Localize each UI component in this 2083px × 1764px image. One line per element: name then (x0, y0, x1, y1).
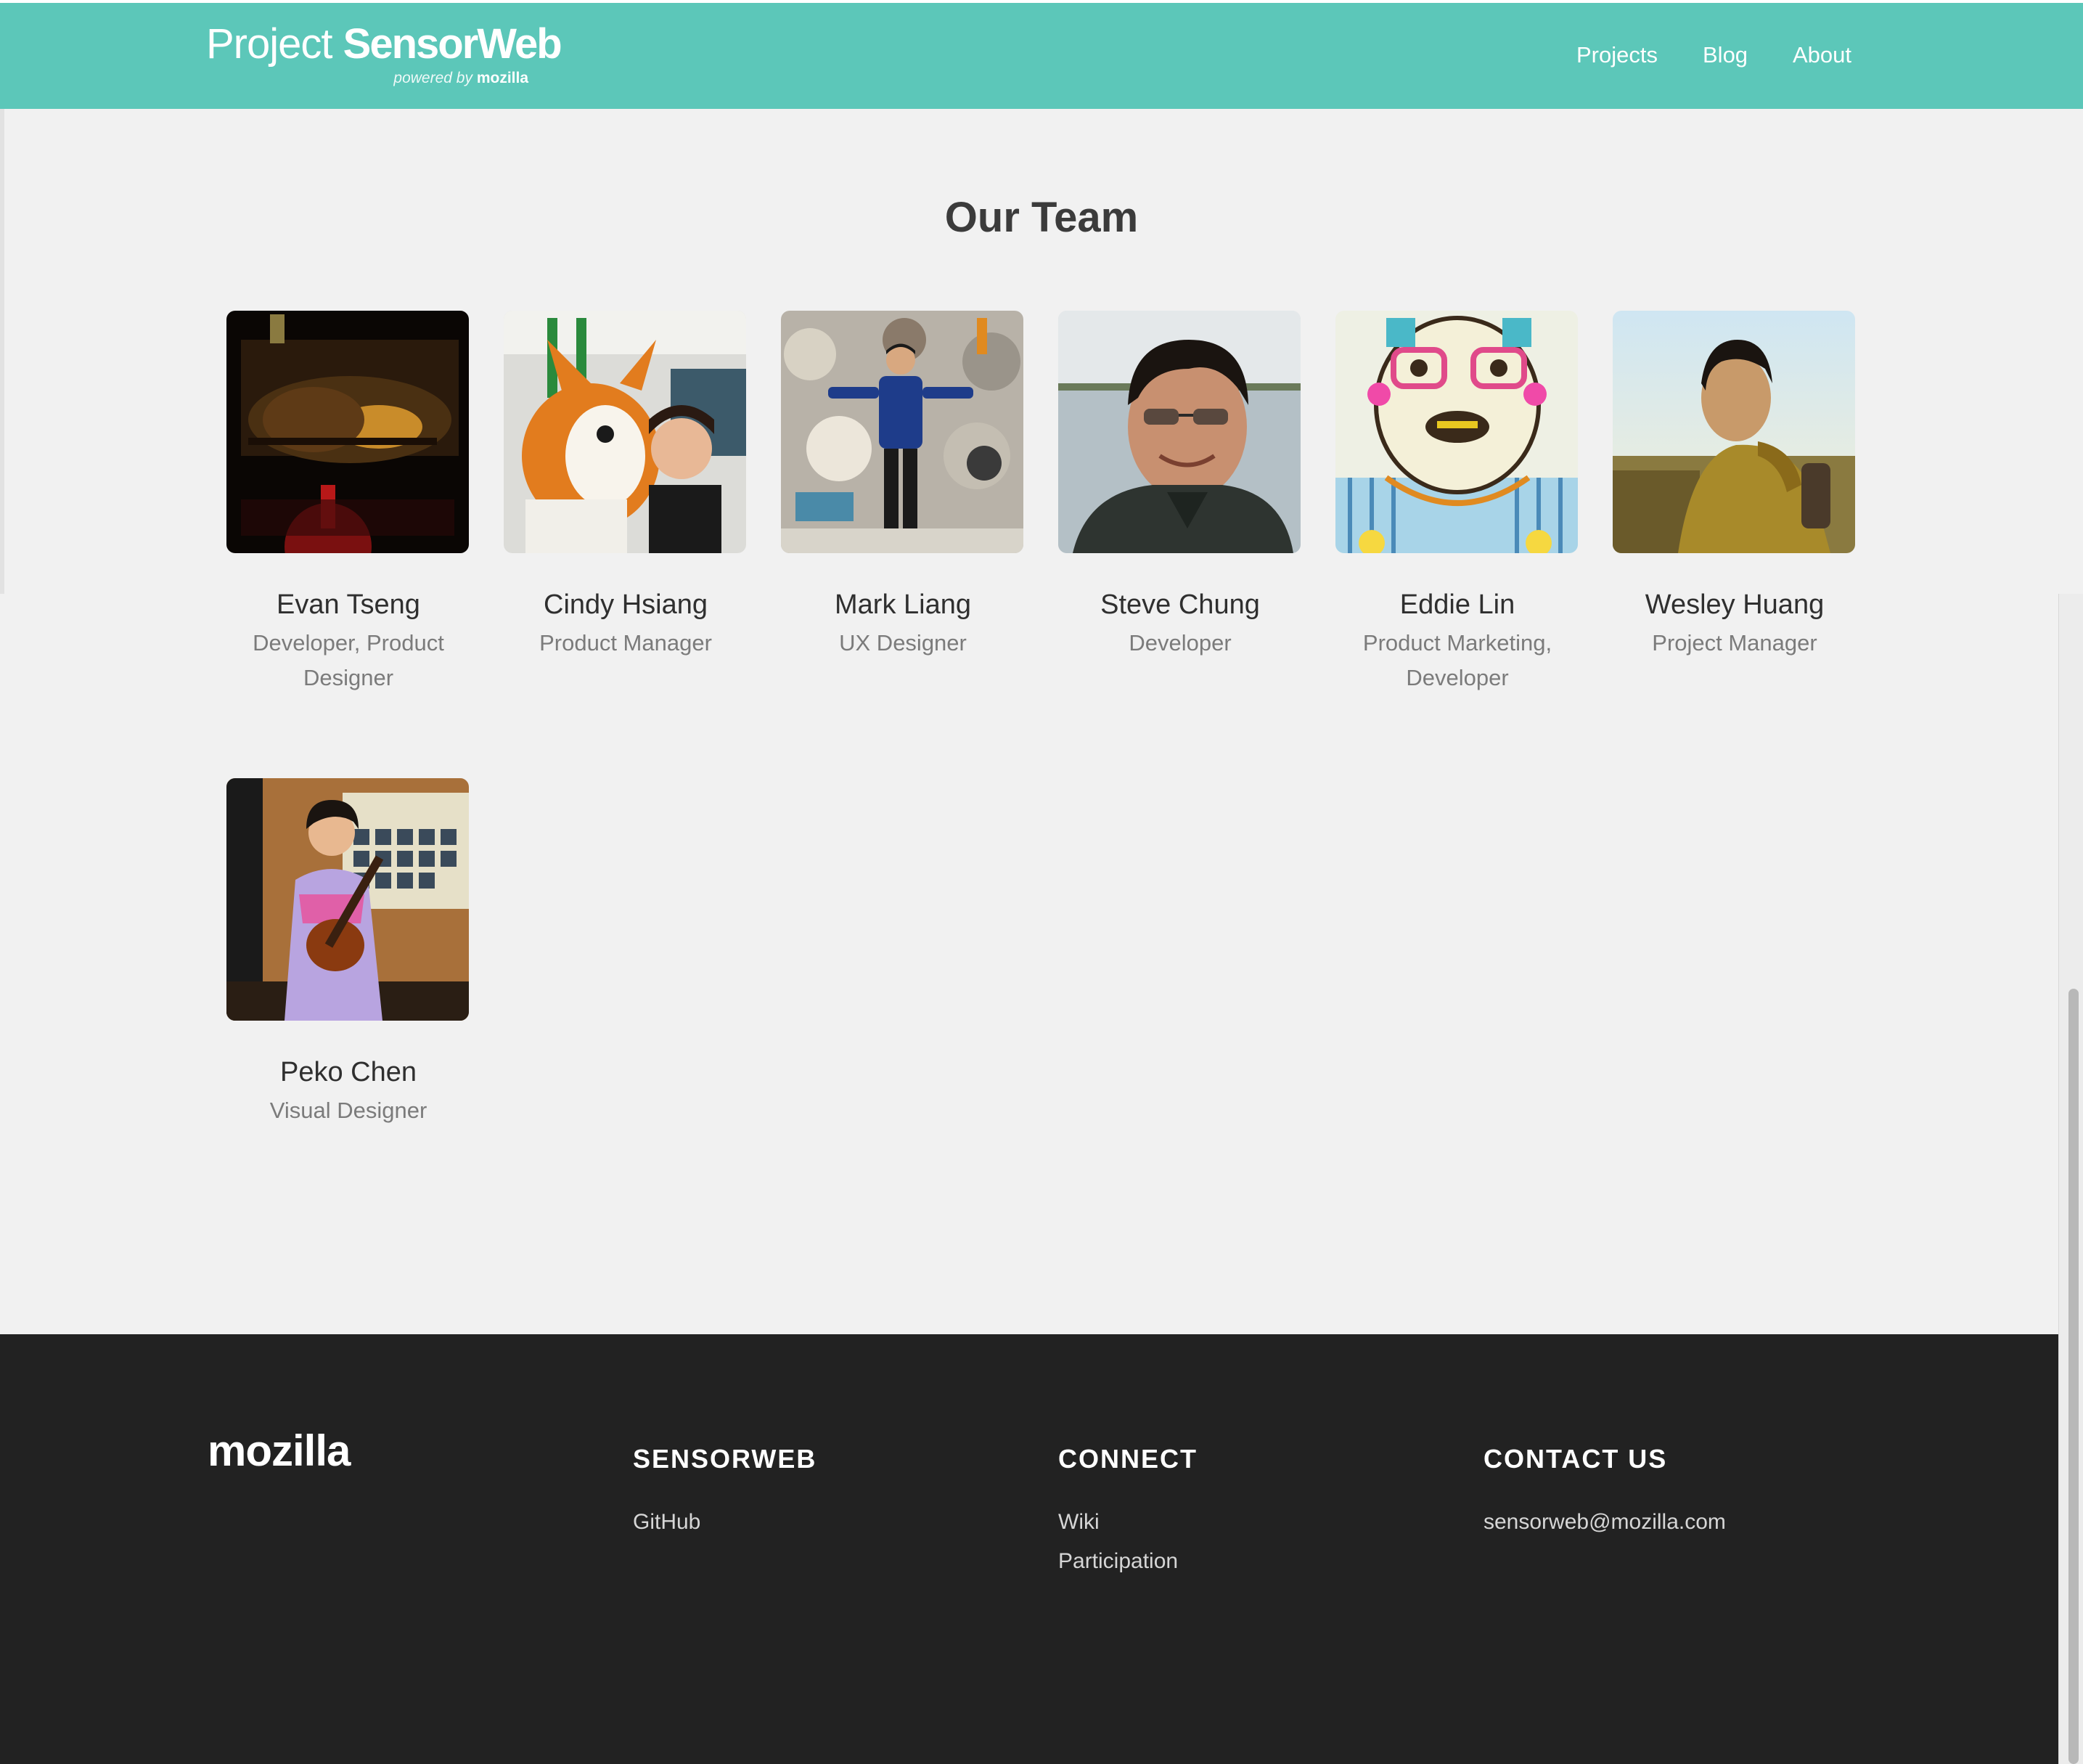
footer-heading: SENSORWEB (633, 1444, 817, 1474)
member-name: Eddie Lin (1399, 589, 1515, 620)
team-member-card: Wesley Huang Project Manager (1613, 311, 1857, 661)
footer-link-github[interactable]: GitHub (633, 1503, 817, 1542)
member-photo[interactable] (504, 311, 746, 553)
team-member-card: Eddie Lin Product Marketing, Developer (1335, 311, 1579, 695)
member-name: Evan Tseng (277, 589, 420, 620)
member-photo[interactable] (781, 311, 1023, 553)
brand-title: Project SensorWeb (206, 20, 562, 68)
footer-link-email[interactable]: sensorweb@mozilla.com (1484, 1503, 1726, 1542)
team-member-card: Steve Chung Developer (1058, 311, 1302, 661)
page-title: Our Team (944, 194, 1139, 241)
brand-powered-text: powered by (393, 70, 477, 86)
member-name: Wesley Huang (1645, 589, 1825, 620)
member-role: Product Marketing, Developer (1362, 630, 1552, 690)
nav-about[interactable]: About (1793, 41, 1851, 70)
member-photo[interactable] (1058, 311, 1301, 553)
brand-name: SensorWeb (343, 20, 562, 68)
footer-column-sensorweb: SENSORWEB GitHub (633, 1443, 817, 1542)
scrollbar-thumb[interactable] (2068, 989, 2079, 1764)
member-name: Steve Chung (1100, 589, 1260, 620)
footer-links: Wiki Participation (1058, 1503, 1198, 1581)
footer-heading: CONTACT US (1484, 1444, 1668, 1474)
team-member-card: Cindy Hsiang Product Manager (504, 311, 748, 661)
member-role: Product Manager (539, 630, 712, 656)
site-logo[interactable]: Project SensorWeb powered by mozilla (206, 19, 562, 91)
footer-heading: CONNECT (1058, 1444, 1198, 1474)
footer-mozilla-logo[interactable]: mozilla (208, 1426, 351, 1477)
member-photo[interactable] (1335, 311, 1578, 553)
site-footer: mozilla SENSORWEB GitHub CONNECT Wiki Pa… (0, 1334, 2083, 1764)
member-role: Visual Designer (269, 1098, 427, 1123)
team-member-card: Mark Liang UX Designer (781, 311, 1025, 661)
member-photo[interactable] (1613, 311, 1855, 553)
brand-tagline: powered by mozilla (393, 70, 528, 87)
member-role: UX Designer (839, 630, 967, 656)
member-photo[interactable] (226, 778, 469, 1021)
member-name: Mark Liang (835, 589, 971, 620)
team-member-card: Peko Chen Visual Designer (226, 778, 470, 1128)
nav-blog[interactable]: Blog (1703, 41, 1748, 70)
footer-column-contact: CONTACT US sensorweb@mozilla.com (1484, 1443, 1726, 1542)
member-name: Cindy Hsiang (544, 589, 708, 620)
member-photo[interactable] (226, 311, 469, 553)
brand-powered-by: mozilla (476, 70, 528, 86)
footer-link-participation[interactable]: Participation (1058, 1542, 1198, 1581)
member-role: Project Manager (1652, 630, 1817, 656)
left-edge-strip (0, 109, 4, 594)
member-role: Developer, Product Designer (253, 630, 444, 690)
brand-prefix: Project (206, 20, 343, 68)
footer-link-wiki[interactable]: Wiki (1058, 1503, 1198, 1542)
header-top-line (0, 0, 2083, 3)
footer-links: sensorweb@mozilla.com (1484, 1503, 1726, 1542)
footer-links: GitHub (633, 1503, 817, 1542)
team-member-card: Evan Tseng Developer, Product Designer (226, 311, 470, 695)
member-name: Peko Chen (279, 1057, 417, 1087)
footer-column-connect: CONNECT Wiki Participation (1058, 1443, 1198, 1581)
nav-projects[interactable]: Projects (1576, 41, 1658, 70)
site-header: Project SensorWeb powered by mozilla Pro… (0, 0, 2083, 109)
member-role: Developer (1129, 630, 1232, 656)
